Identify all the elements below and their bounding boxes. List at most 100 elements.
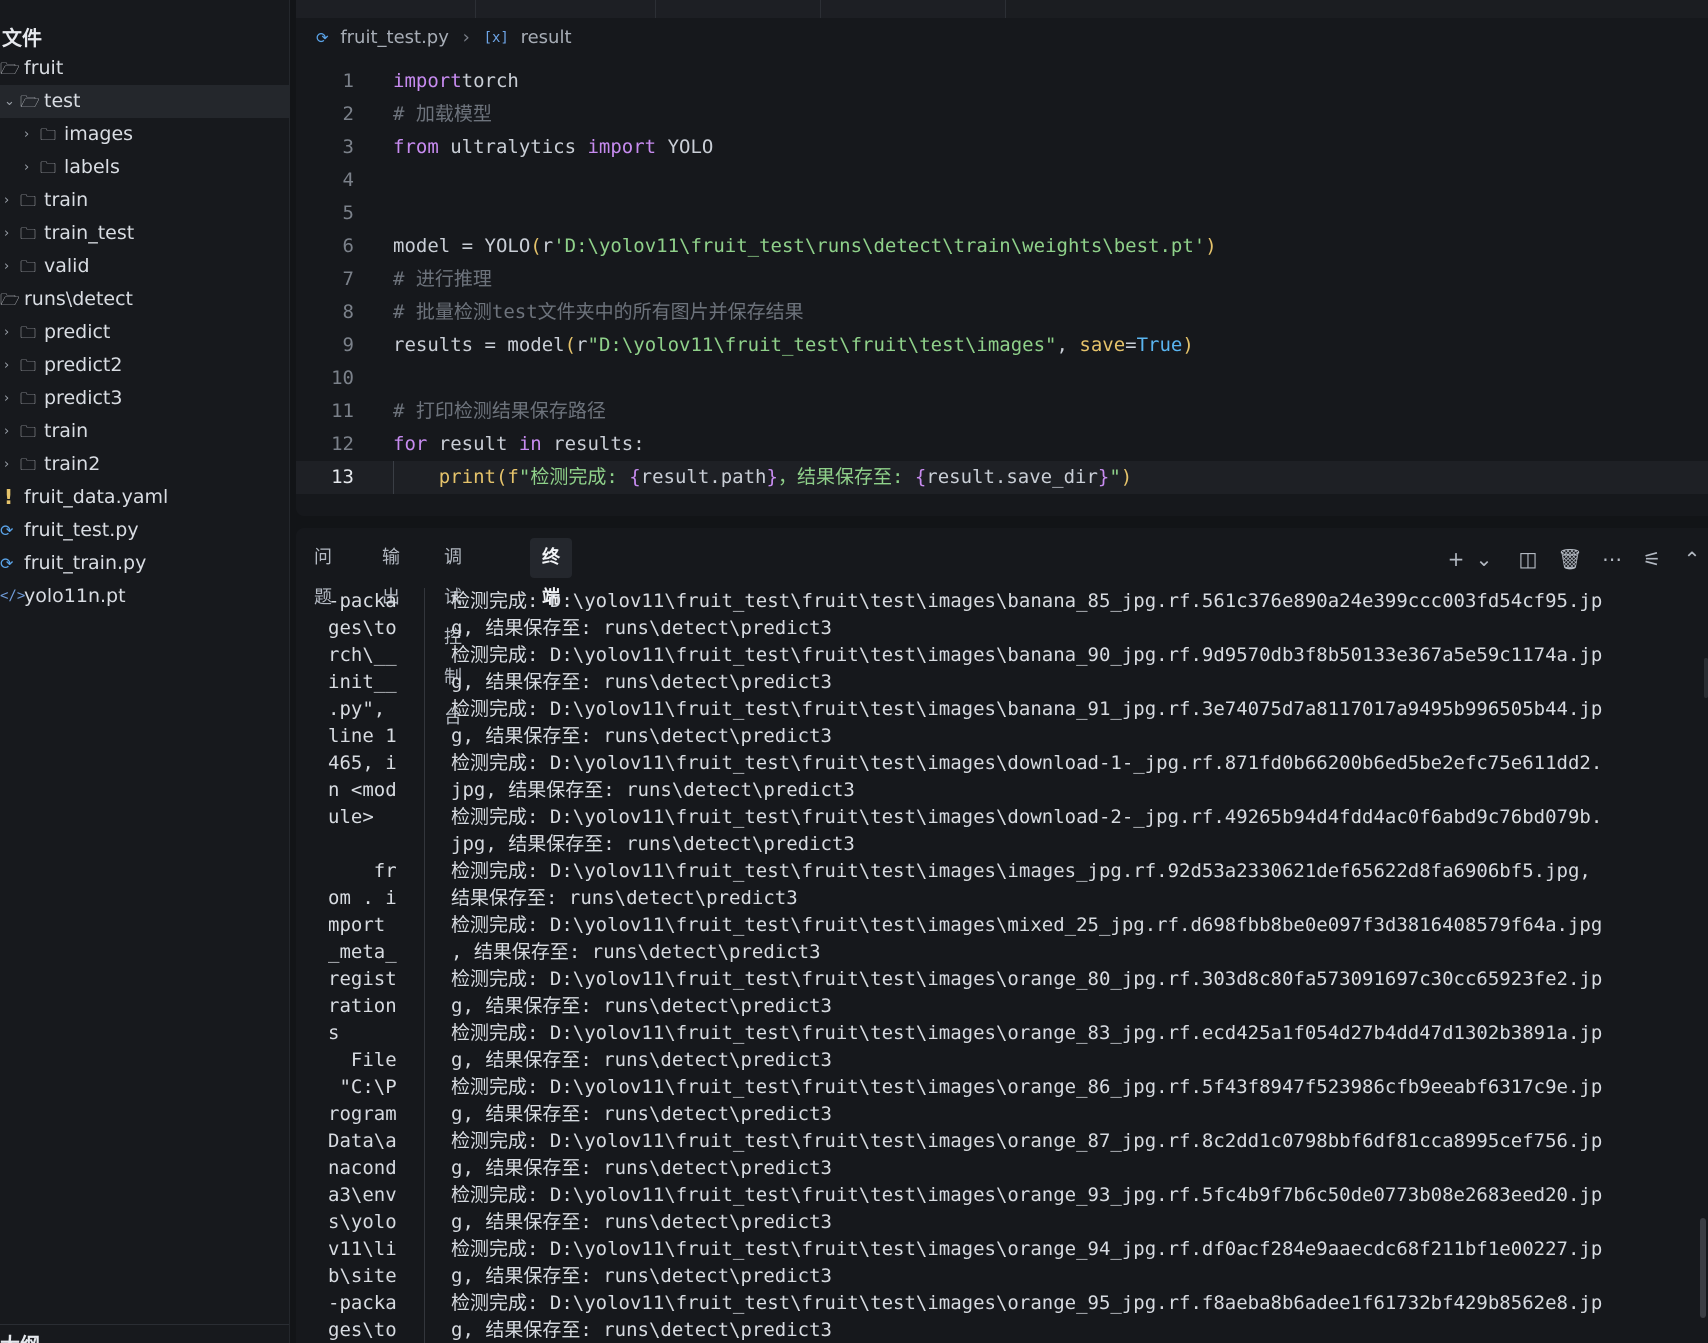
chevron-right-icon[interactable]: › <box>4 349 9 382</box>
tree-item[interactable]: 🗁 fruit <box>0 52 289 85</box>
line-number[interactable]: 1 <box>296 65 354 98</box>
panel-tab[interactable]: 终端 <box>530 538 572 608</box>
tree-item[interactable]: › 🗀 images <box>0 118 289 151</box>
breadcrumb-symbol[interactable]: result <box>521 24 572 52</box>
code-line[interactable]: 9 results = model(r"D:\yolov11\fruit_test… <box>296 329 1708 362</box>
line-number[interactable]: 4 <box>296 164 354 197</box>
editor-tab[interactable] <box>821 0 1006 18</box>
chevron-right-icon[interactable]: › <box>4 415 9 448</box>
code-line[interactable]: 8 # 批量检测test文件夹中的所有图片并保存结果 <box>296 296 1708 329</box>
code-line[interactable]: 10 <box>296 362 1708 395</box>
code-line[interactable]: 2 # 加载模型 <box>296 98 1708 131</box>
terminal-line: a3\env <box>328 1184 397 1206</box>
scrollbar-thumb[interactable] <box>1700 1218 1706 1318</box>
code-line[interactable]: 3 from ultralytics import YOLO <box>296 131 1708 164</box>
code-line[interactable]: 13 print(f"检测完成: {result.path}，结果保存至: {r… <box>296 461 1708 494</box>
chevron-right-icon[interactable]: › <box>4 217 9 250</box>
terminal-split-divider[interactable] <box>424 588 425 1343</box>
chevron-right-icon[interactable]: › <box>24 151 29 184</box>
code-token: # 进行推理 <box>393 268 492 290</box>
tree-item[interactable]: › 🗀 train2 <box>0 448 289 481</box>
line-number[interactable]: 9 <box>296 329 354 362</box>
panel-tab[interactable]: 问题 <box>302 538 344 608</box>
code-token: for <box>393 433 428 455</box>
code-line[interactable]: 5 <box>296 197 1708 230</box>
code-line[interactable]: 11 # 打印检测结果保存路径 <box>296 395 1708 428</box>
code-line[interactable]: 4 <box>296 164 1708 197</box>
tree-item[interactable]: › 🗀 predict3 <box>0 382 289 415</box>
chevron-right-icon[interactable]: › <box>4 448 9 481</box>
code-token: result.save_dir <box>926 466 1098 488</box>
tree-item[interactable]: ! fruit_data.yaml <box>0 481 289 514</box>
line-number[interactable]: 10 <box>296 362 354 395</box>
chevron-right-icon[interactable]: › <box>4 250 9 283</box>
chevron-right-icon[interactable]: › <box>24 118 29 151</box>
chevron-down-icon[interactable]: ⌄ <box>4 85 15 118</box>
line-number[interactable]: 3 <box>296 131 354 164</box>
chevron-up-icon[interactable]: ⌃ <box>1676 542 1708 576</box>
terminal-line: 检测完成: D:\yolov11\fruit_test\fruit\test\i… <box>451 1130 1603 1152</box>
code-area[interactable]: 1 importtorch 2 # 加载模型 3 from ultralytics imp… <box>296 65 1708 494</box>
code-token: } <box>766 466 778 488</box>
terminal-line: , 结果保存至: runs\detect\predict3 <box>451 941 821 963</box>
more-icon[interactable]: ⋯ <box>1596 542 1628 576</box>
line-number[interactable]: 2 <box>296 98 354 131</box>
tree-item[interactable]: › 🗀 predict2 <box>0 349 289 382</box>
variable-symbol-icon: [x] <box>483 30 509 46</box>
code-token: f <box>507 466 519 488</box>
terminal-line: rch\__ <box>328 644 397 666</box>
editor-tab[interactable] <box>476 0 656 18</box>
tree-item[interactable]: › 🗀 train_test <box>0 217 289 250</box>
tree-item[interactable]: ⌄ 🗁 test <box>0 85 289 118</box>
trash-icon[interactable]: 🗑 <box>1554 542 1586 576</box>
code-token: ultralytics <box>438 136 588 158</box>
tree-item[interactable]: › 🗀 labels <box>0 151 289 184</box>
editor-tab[interactable] <box>656 0 821 18</box>
breadcrumb-file[interactable]: fruit_test.py <box>340 24 449 52</box>
code-line[interactable]: 1 importtorch <box>296 65 1708 98</box>
tree-item[interactable]: </> yolo11n.pt <box>0 580 289 613</box>
terminal-pane-left[interactable]: -packa ges\to rch\__ init__ .py", line 1 465, … <box>328 588 408 1343</box>
terminal-scrollbar[interactable] <box>1698 598 1708 1343</box>
panel-tab[interactable]: 输出 <box>370 538 412 608</box>
tree-item-label: train_test <box>44 222 135 244</box>
line-number[interactable]: 8 <box>296 296 354 329</box>
chevron-right-icon[interactable]: › <box>4 316 9 349</box>
chevron-right-icon[interactable]: › <box>4 382 9 415</box>
settings-sliders-icon[interactable]: ⚟ <box>1636 542 1668 576</box>
code-line[interactable]: 6 model = YOLO(r'D:\yolov11\fruit_test\ru… <box>296 230 1708 263</box>
line-number[interactable]: 6 <box>296 230 354 263</box>
tree-item[interactable]: › 🗀 train <box>0 415 289 448</box>
explorer-sidebar: 文件 🗁 fruit ⌄ 🗁 test › 🗀 images › 🗀 labels › 🗀 train › 🗀… <box>0 0 290 1343</box>
terminal-line: om . i <box>328 887 397 909</box>
line-number[interactable]: 13 <box>296 461 354 494</box>
split-icon[interactable]: ◫ <box>1512 542 1544 576</box>
code-token: True <box>1136 334 1183 356</box>
line-number[interactable]: 11 <box>296 395 354 428</box>
editor-tab[interactable] <box>296 0 476 18</box>
tree-item[interactable]: › 🗀 predict <box>0 316 289 349</box>
tree-item-label: predict2 <box>44 354 123 376</box>
file-tree: 🗁 fruit ⌄ 🗁 test › 🗀 images › 🗀 labels › 🗀 train › 🗀 tra… <box>0 52 289 613</box>
tree-item[interactable]: › 🗀 train <box>0 184 289 217</box>
panel-tab[interactable]: 调试控制台 <box>432 538 474 728</box>
tree-item[interactable]: › 🗀 valid <box>0 250 289 283</box>
tree-item[interactable]: ⟳ fruit_test.py <box>0 514 289 547</box>
code-text: # 加载模型 <box>393 98 492 131</box>
line-number[interactable]: 7 <box>296 263 354 296</box>
line-number[interactable]: 5 <box>296 197 354 230</box>
tree-item[interactable]: 🗁 runs\detect <box>0 283 289 316</box>
chevron-down-icon[interactable]: ⌄ <box>1468 542 1500 576</box>
tree-item[interactable]: ⟳ fruit_train.py <box>0 547 289 580</box>
tree-item-label: fruit <box>24 57 64 79</box>
chevron-right-icon[interactable]: › <box>4 184 9 217</box>
line-number[interactable]: 12 <box>296 428 354 461</box>
terminal-line: 检测完成: D:\yolov11\fruit_test\fruit\test\i… <box>451 1022 1603 1044</box>
terminal-pane-right[interactable]: 检测完成: D:\yolov11\fruit_test\fruit\test\i… <box>451 588 1691 1343</box>
code-line[interactable]: 12 for result in results: <box>296 428 1708 461</box>
code-line[interactable]: 7 # 进行推理 <box>296 263 1708 296</box>
tree-item-label: train <box>44 420 89 442</box>
outline-section-title[interactable]: 大纲 <box>0 1324 289 1343</box>
code-token: results: <box>541 433 645 455</box>
code-token: = <box>1125 334 1137 356</box>
